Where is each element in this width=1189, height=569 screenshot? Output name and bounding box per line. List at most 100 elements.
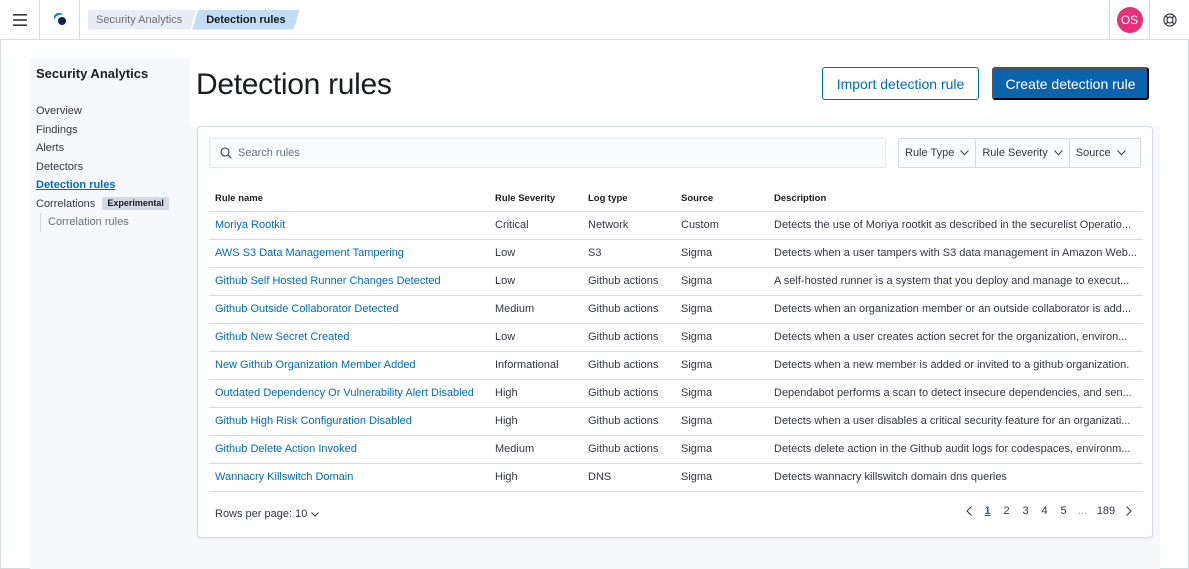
rows-per-page-selector[interactable]: Rows per page: 10 — [215, 508, 320, 520]
cell-description: A self-hosted runner is a system that yo… — [768, 267, 1143, 296]
cell-log-type: Github actions — [582, 435, 675, 464]
cell-rule-severity: Medium — [489, 435, 582, 464]
rows-per-page-label: Rows per page: 10 — [215, 508, 308, 520]
page-button-1[interactable]: 1 — [978, 505, 997, 517]
cell-source: Sigma — [675, 407, 768, 436]
opensearch-logo-icon — [53, 12, 69, 28]
chevron-right-icon — [1126, 506, 1132, 516]
cell-source: Sigma — [675, 463, 768, 492]
cell-source: Sigma — [675, 379, 768, 408]
chevron-down-icon — [1116, 150, 1126, 156]
cell-rule-name[interactable]: Github Delete Action Invoked — [209, 435, 489, 464]
table-row[interactable]: Outdated Dependency Or Vulnerability Ale… — [209, 379, 1143, 408]
cell-rule-name[interactable]: Outdated Dependency Or Vulnerability Ale… — [209, 379, 489, 408]
opensearch-logo[interactable] — [40, 0, 80, 40]
chevron-down-icon — [1053, 150, 1063, 156]
cell-description: Detects when an organization member or a… — [768, 295, 1143, 324]
chevron-down-icon — [960, 150, 970, 156]
cell-rule-severity: Critical — [489, 211, 582, 240]
filter-rule-severity[interactable]: Rule Severity — [976, 139, 1070, 167]
sidebar-item-correlations-label: Correlations — [36, 197, 96, 210]
column-header-log-type[interactable]: Log type — [582, 187, 675, 212]
menu-button[interactable] — [0, 0, 40, 40]
table-row[interactable]: Moriya Rootkit Critical Network Custom Detec… — [209, 211, 1143, 240]
user-menu[interactable]: OS — [1109, 0, 1149, 40]
cell-rule-name[interactable]: Github New Secret Created — [209, 323, 489, 352]
cell-rule-severity: High — [489, 463, 582, 492]
pagination-ellipsis: ... — [1077, 505, 1088, 517]
cell-log-type: Github actions — [582, 267, 675, 296]
sidebar-item-overview[interactable]: Overview — [36, 102, 186, 121]
page-title: Detection rules — [196, 68, 392, 101]
hamburger-icon — [12, 13, 27, 26]
cell-rule-severity: Low — [489, 267, 582, 296]
cell-rule-severity: High — [489, 379, 582, 408]
cell-source: Sigma — [675, 351, 768, 380]
page-button-2[interactable]: 2 — [997, 505, 1016, 517]
create-detection-rule-button[interactable]: Create detection rule — [992, 67, 1149, 100]
avatar[interactable]: OS — [1116, 7, 1143, 33]
next-page-button[interactable] — [1120, 506, 1138, 516]
cell-rule-name[interactable]: AWS S3 Data Management Tampering — [209, 239, 489, 268]
cell-log-type: Github actions — [582, 351, 675, 380]
cell-log-type: Github actions — [582, 407, 675, 436]
cell-rule-name[interactable]: Github Outside Collaborator Detected — [209, 295, 489, 324]
filter-rule-type[interactable]: Rule Type — [899, 139, 977, 167]
cell-rule-name[interactable]: Moriya Rootkit — [209, 211, 489, 240]
filter-source[interactable]: Source — [1070, 139, 1132, 167]
cell-log-type: Network — [582, 211, 675, 240]
sidebar-item-alerts[interactable]: Alerts — [36, 139, 186, 158]
breadcrumb-security-analytics[interactable]: Security Analytics — [88, 10, 196, 30]
filter-source-label: Source — [1075, 147, 1111, 159]
table-row[interactable]: Github Delete Action Invoked Medium Github… — [209, 435, 1143, 464]
column-header-source[interactable]: Source — [675, 187, 768, 212]
top-header: Security Analytics Detection rules OS — [0, 0, 1189, 40]
table-row[interactable]: New Github Organization Member Added Info… — [209, 351, 1143, 380]
previous-page-button[interactable] — [960, 506, 978, 516]
cell-source: Sigma — [675, 267, 768, 296]
cell-source: Sigma — [675, 295, 768, 324]
column-header-description: Description — [768, 187, 1143, 212]
page-button-4[interactable]: 4 — [1035, 505, 1054, 517]
cell-rule-name[interactable]: New Github Organization Member Added — [209, 351, 489, 380]
cell-log-type: S3 — [582, 239, 675, 268]
cell-rule-name[interactable]: Github Self Hosted Runner Changes Detect… — [209, 267, 489, 296]
import-detection-rule-button[interactable]: Import detection rule — [822, 67, 979, 100]
side-nav-title: Security Analytics — [36, 66, 149, 81]
cell-log-type: DNS — [582, 463, 675, 492]
side-nav: Security Analytics Overview Findings Ale… — [36, 66, 186, 232]
cell-source: Sigma — [675, 239, 768, 268]
table-row[interactable]: Github Self Hosted Runner Changes Detect… — [209, 267, 1143, 296]
chevron-left-icon — [966, 506, 972, 516]
help-button[interactable] — [1149, 0, 1189, 40]
column-header-rule-severity[interactable]: Rule Severity — [489, 187, 582, 212]
column-header-rule-name[interactable]: Rule name — [209, 187, 489, 212]
sidebar-item-findings[interactable]: Findings — [36, 121, 186, 140]
cell-description: Detects wannacry killswitch domain dns q… — [768, 463, 1143, 492]
cell-rule-severity: Medium — [489, 295, 582, 324]
table-row[interactable]: AWS S3 Data Management Tampering Low S3 Sig… — [209, 239, 1143, 268]
table-row[interactable]: Github High Risk Configuration Disabled H… — [209, 407, 1143, 436]
sidebar-item-detection-rules[interactable]: Detection rules — [36, 176, 186, 195]
cell-rule-name[interactable]: Github High Risk Configuration Disabled — [209, 407, 489, 436]
table-row[interactable]: Github Outside Collaborator Detected Medi… — [209, 295, 1143, 324]
table-row[interactable]: Wannacry Killswitch Domain High DNS Sigma De… — [209, 463, 1143, 492]
cell-rule-name[interactable]: Wannacry Killswitch Domain — [209, 463, 489, 492]
page-button-5[interactable]: 5 — [1054, 505, 1073, 517]
cell-description: Detects when a user tampers with S3 data… — [768, 239, 1143, 268]
search-input[interactable]: Search rules — [209, 138, 886, 168]
cell-description: Detects when a user creates action secre… — [768, 323, 1143, 352]
sidebar-item-correlations[interactable]: Correlations Experimental — [36, 195, 186, 214]
chevron-down-icon — [311, 511, 320, 517]
page-button-3[interactable]: 3 — [1016, 505, 1035, 517]
page-button-last[interactable]: 189 — [1092, 505, 1120, 517]
sidebar-item-detectors[interactable]: Detectors — [36, 158, 186, 177]
table-row[interactable]: Github New Secret Created Low Github actio… — [209, 323, 1143, 352]
cell-description: Detects when a new member is added or in… — [768, 351, 1143, 380]
sidebar-item-correlation-rules[interactable]: Correlation rules — [40, 213, 186, 232]
cell-description: Detects when a user disables a critical … — [768, 407, 1143, 436]
experimental-badge: Experimental — [102, 197, 169, 211]
search-icon — [220, 147, 232, 159]
cell-description: Dependabot performs a scan to detect ins… — [768, 379, 1143, 408]
cell-source: Sigma — [675, 323, 768, 352]
